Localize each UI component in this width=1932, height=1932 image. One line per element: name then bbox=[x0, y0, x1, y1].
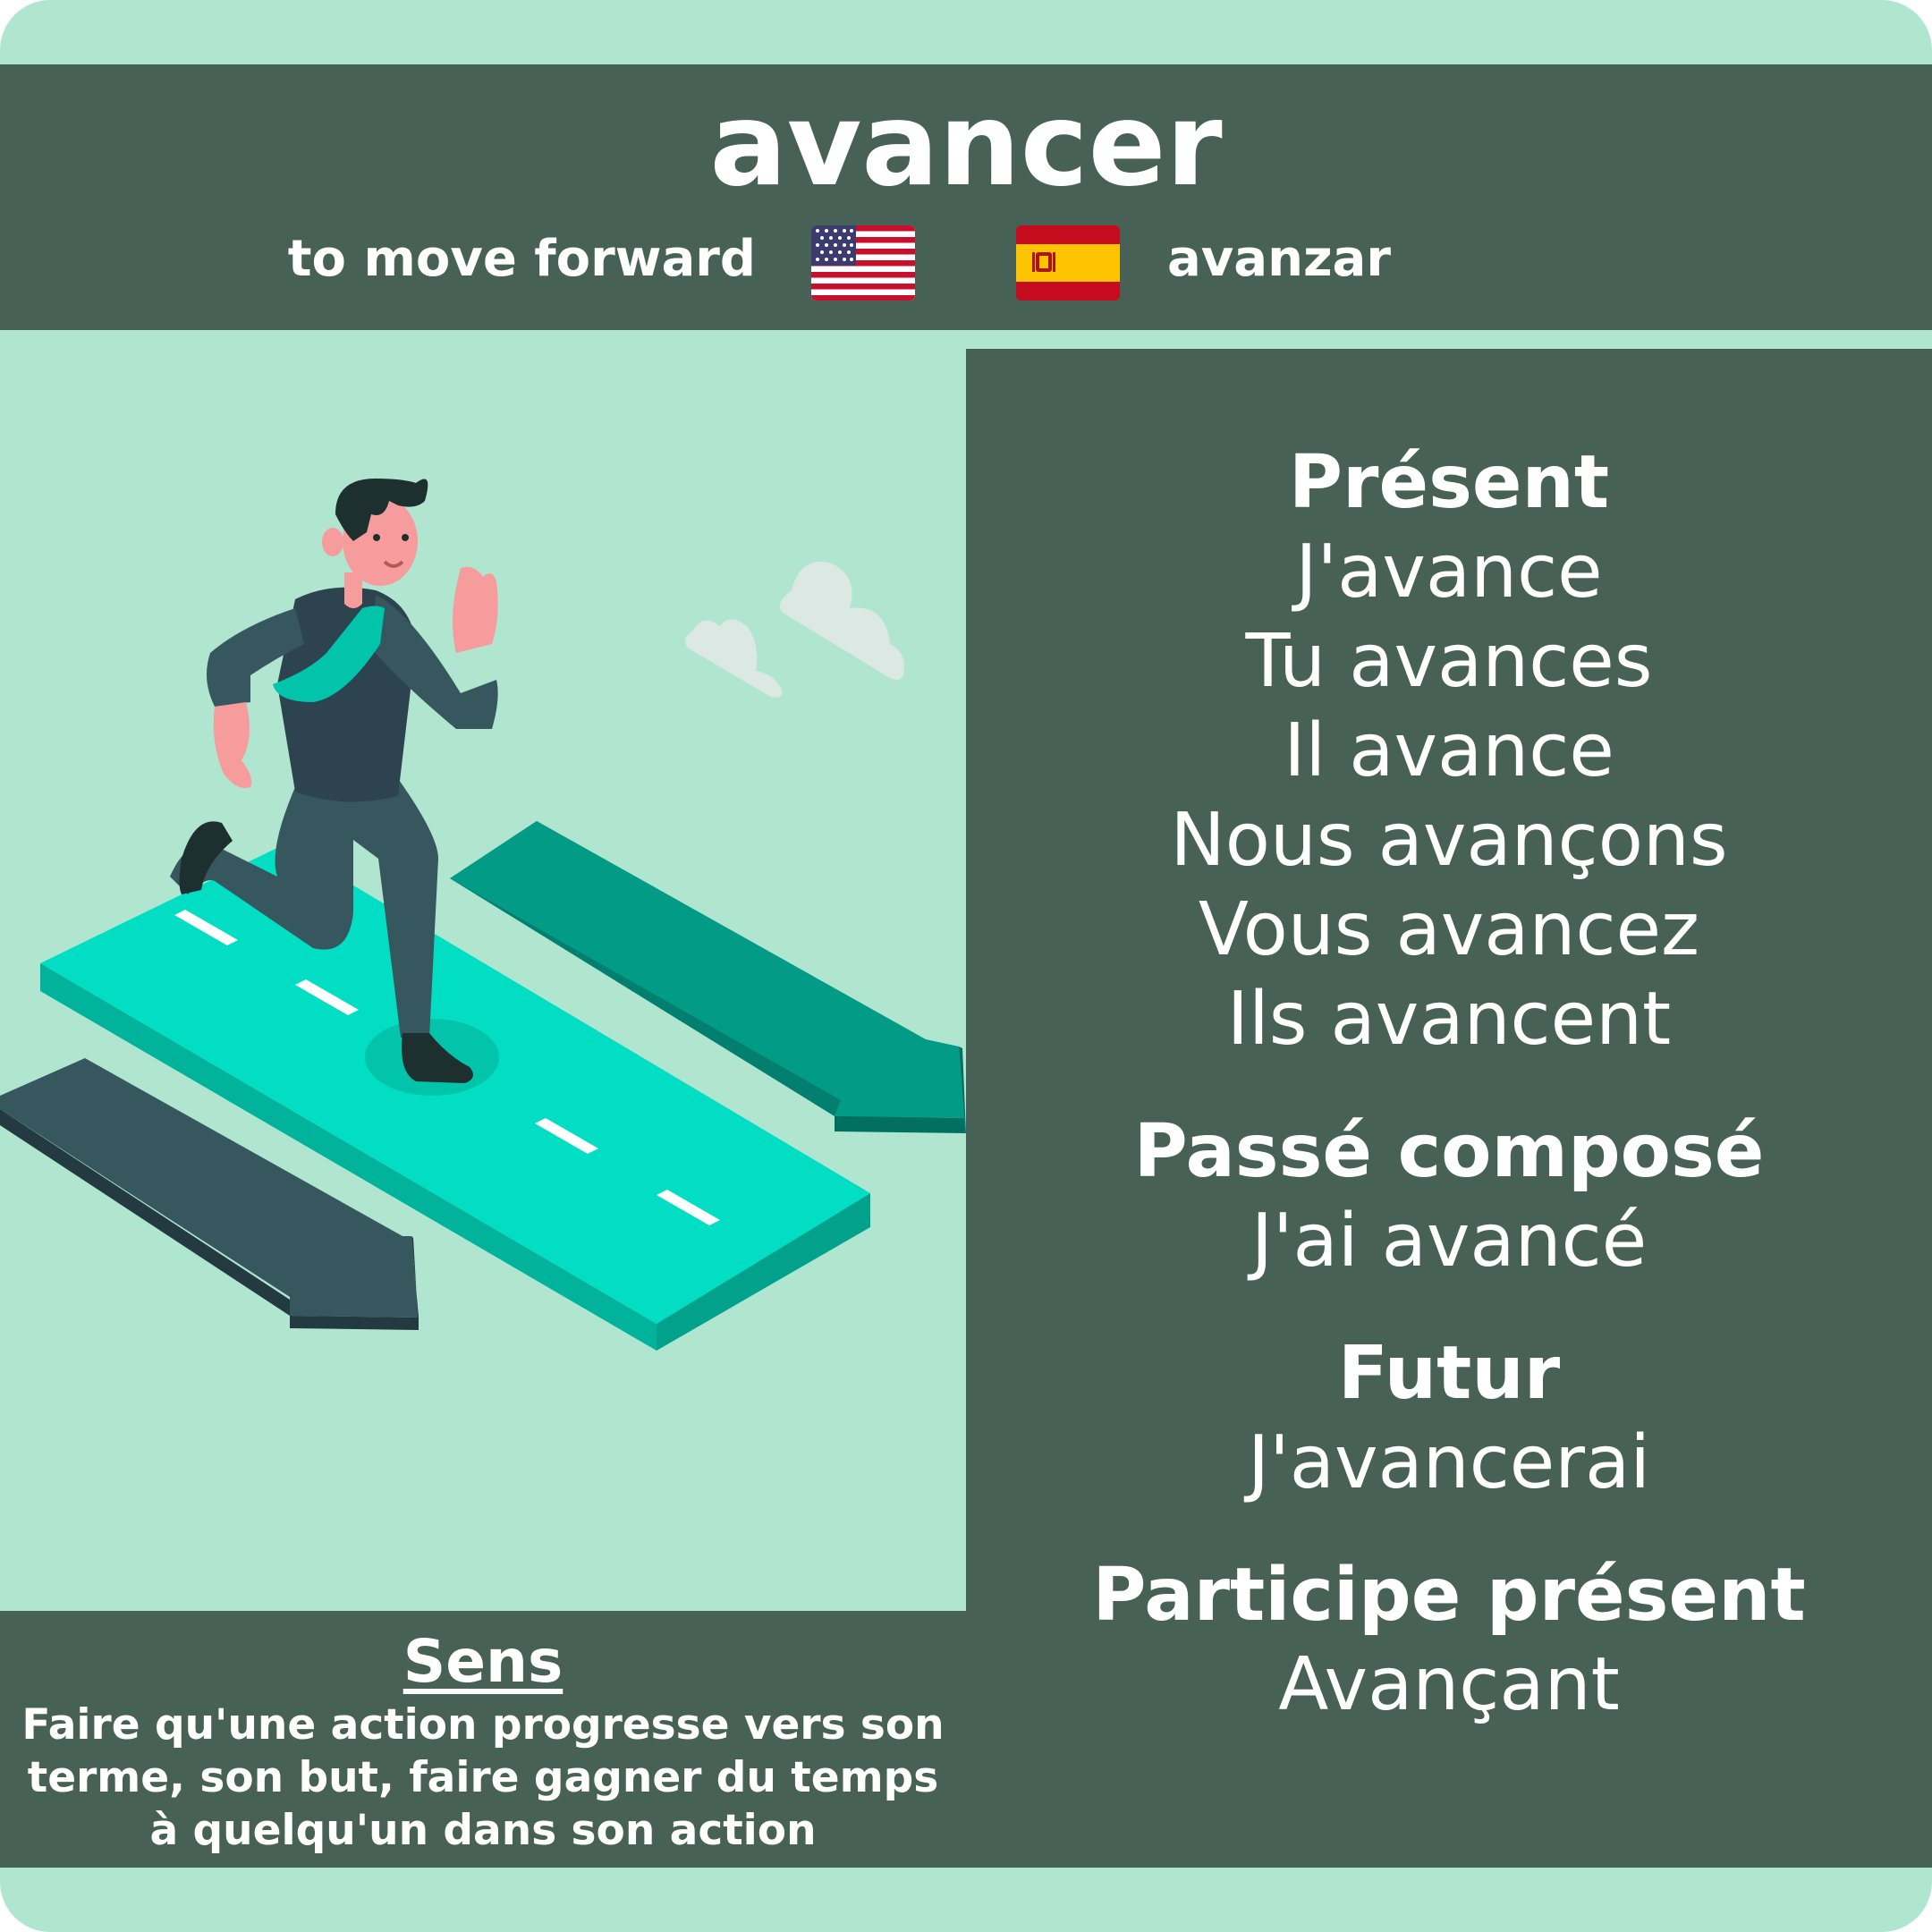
meaning-definition: Faire qu'une action progresse vers son t… bbox=[21, 1700, 945, 1855]
conjugation-list: Présent J'avance Tu avances Il avance No… bbox=[966, 438, 1932, 1730]
present-form: Vous avancez bbox=[1198, 887, 1700, 972]
us-flag-icon bbox=[811, 225, 915, 301]
road bbox=[40, 844, 870, 1351]
participe-present-form: Avançant bbox=[1278, 1642, 1620, 1727]
verb-title: avancer bbox=[709, 79, 1223, 212]
spain-flag-icon bbox=[1016, 225, 1120, 301]
present-form: Tu avances bbox=[1245, 619, 1653, 704]
cloud-icon bbox=[685, 562, 904, 698]
meaning-box: Sens Faire qu'une action progresse vers … bbox=[0, 1611, 966, 1868]
verb-card: avancer to move forward avanzar Présent … bbox=[0, 0, 1932, 1932]
present-form: Ils avancent bbox=[1226, 977, 1672, 1062]
illustration-runner bbox=[0, 330, 966, 1611]
spanish-translation: avanzar bbox=[1167, 230, 1391, 288]
tense-label-present: Présent bbox=[1288, 440, 1610, 525]
futur-form: J'avancerai bbox=[1248, 1420, 1650, 1505]
tense-label-futur: Futur bbox=[1337, 1331, 1561, 1416]
tense-label-passe-compose: Passé composé bbox=[1133, 1109, 1765, 1194]
passe-compose-form: J'ai avancé bbox=[1250, 1199, 1648, 1284]
present-form: J'avance bbox=[1295, 530, 1603, 614]
meaning-title: Sens bbox=[402, 1627, 564, 1696]
present-form: Nous avançons bbox=[1170, 798, 1728, 883]
english-translation: to move forward bbox=[287, 230, 756, 288]
present-form: Il avance bbox=[1284, 708, 1614, 793]
tense-label-participe-present: Participe présent bbox=[1092, 1553, 1806, 1638]
